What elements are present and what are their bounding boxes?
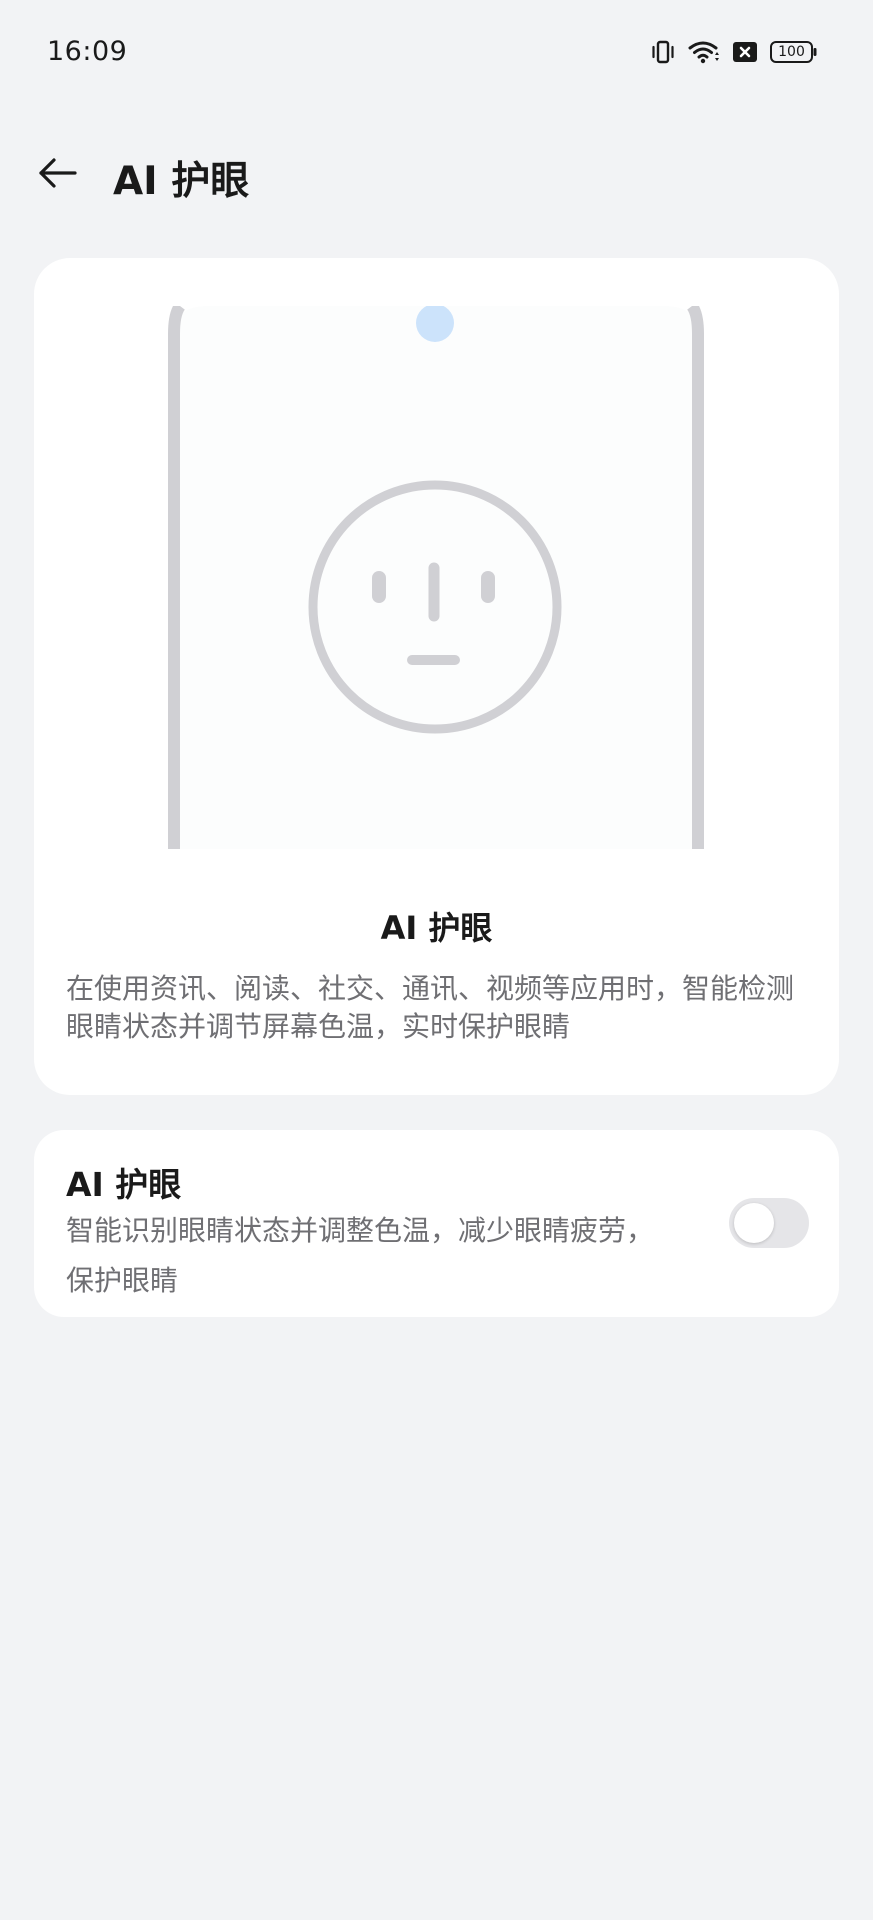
hero-card: AI 护眼 在使用资讯、阅读、社交、通讯、视频等应用时，智能检测眼睛状态并调节屏… [34, 258, 839, 1095]
back-button[interactable] [30, 147, 86, 203]
setting-title: AI 护眼 [66, 1165, 182, 1204]
hero-title: AI 护眼 [380, 909, 493, 947]
header: AI 护眼 [0, 140, 873, 210]
setting-description: 智能识别眼睛状态并调整色温，减少眼睛疲劳，保护眼睛 [66, 1214, 655, 1297]
vibrate-icon [650, 39, 676, 65]
status-bar: 16:09 100 [0, 0, 873, 104]
status-time: 16:09 [47, 36, 128, 67]
hero-description: 在使用资讯、阅读、社交、通讯、视频等应用时，智能检测眼睛状态并调节屏幕色温，实时… [66, 972, 795, 1043]
arrow-left-icon [38, 157, 78, 193]
wifi-icon [688, 39, 720, 65]
status-icons: 100 [650, 36, 818, 68]
toggle-knob [734, 1203, 774, 1243]
sim-blocked-icon [732, 40, 758, 64]
battery-icon: 100 [770, 40, 818, 64]
ai-eye-care-setting: AI 护眼 智能识别眼睛状态并调整色温，减少眼睛疲劳，保护眼睛 [34, 1130, 839, 1317]
battery-level: 100 [778, 44, 805, 60]
ai-eye-care-toggle[interactable] [729, 1198, 809, 1248]
page-title: AI 护眼 [113, 159, 250, 204]
phone-face-illustration [168, 306, 704, 849]
